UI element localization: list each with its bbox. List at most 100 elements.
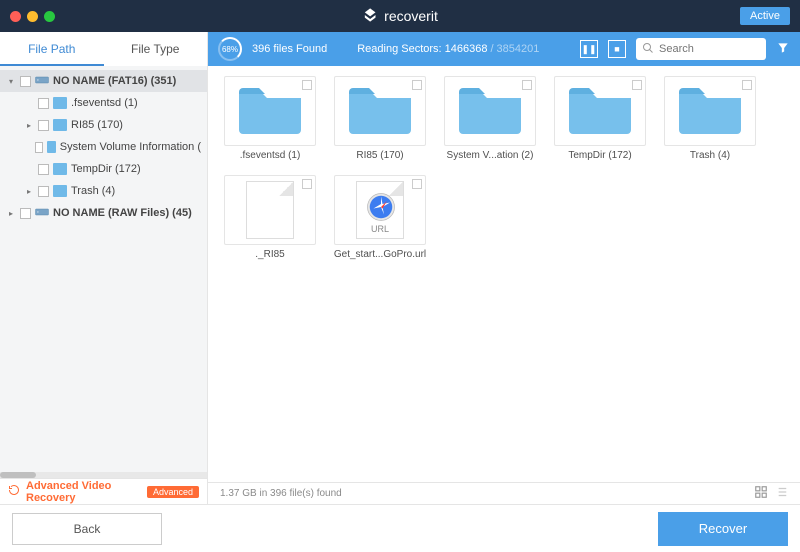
- folder-icon: [567, 84, 633, 139]
- checkbox[interactable]: [412, 80, 422, 90]
- back-button[interactable]: Back: [12, 513, 162, 545]
- main: File Path File Type ▾ NO NAME (FAT16) (3…: [0, 32, 800, 504]
- maximize-window-icon[interactable]: [44, 11, 55, 22]
- search-input[interactable]: [659, 43, 760, 55]
- tree-item[interactable]: ▸ RI85 (170): [0, 114, 207, 136]
- grid-item-folder[interactable]: .fseventsd (1): [222, 76, 318, 161]
- list-view-icon[interactable]: [774, 485, 788, 502]
- tree-item[interactable]: ▸ Trash (4): [0, 180, 207, 202]
- grid-item-label: ._RI85: [222, 249, 318, 260]
- chevron-right-icon[interactable]: ▸: [24, 187, 34, 196]
- folder-icon: [53, 185, 67, 197]
- checkbox[interactable]: [38, 98, 49, 109]
- chevron-right-icon[interactable]: ▸: [6, 209, 16, 218]
- checkbox[interactable]: [742, 80, 752, 90]
- folder-icon: [677, 84, 743, 139]
- tree-item-label: NO NAME (FAT16) (351): [53, 75, 176, 87]
- grid-item-folder[interactable]: System V...ation (2): [442, 76, 538, 161]
- sidebar-h-scrollbar[interactable]: [0, 472, 207, 478]
- scrollbar-thumb[interactable]: [0, 472, 36, 478]
- folder-icon: [347, 84, 413, 139]
- folder-icon: [53, 97, 67, 109]
- drive-icon: [35, 206, 49, 221]
- url-text-label: URL: [357, 224, 403, 234]
- grid-item-label: .fseventsd (1): [222, 150, 318, 161]
- titlebar: recoverit Active: [0, 0, 800, 32]
- checkbox[interactable]: [522, 80, 532, 90]
- grid-item-folder[interactable]: Trash (4): [662, 76, 758, 161]
- advanced-video-recovery[interactable]: Advanced Video Recovery Advanced: [0, 478, 207, 504]
- sectors-sep: /: [490, 43, 493, 55]
- grid-item-folder[interactable]: TempDir (172): [552, 76, 648, 161]
- footer: Back Recover: [0, 504, 800, 552]
- sectors-counter: Reading Sectors: 1466368 / 3854201: [357, 43, 539, 55]
- sidebar-tabs: File Path File Type: [0, 32, 207, 66]
- search-box[interactable]: [636, 38, 766, 60]
- checkbox[interactable]: [412, 179, 422, 189]
- chevron-right-icon[interactable]: ▸: [24, 121, 34, 130]
- checkbox[interactable]: [632, 80, 642, 90]
- grid-item-label: System V...ation (2): [442, 150, 538, 161]
- close-window-icon[interactable]: [10, 11, 21, 22]
- tree-item-label: RI85 (170): [71, 119, 123, 131]
- grid-view-icon[interactable]: [754, 485, 768, 502]
- sectors-current: 1466368: [445, 43, 488, 55]
- advanced-badge: Advanced: [147, 486, 199, 498]
- brand-title: recoverit: [384, 8, 438, 24]
- tab-file-type[interactable]: File Type: [104, 32, 208, 66]
- tree-item[interactable]: ▾ NO NAME (FAT16) (351): [0, 70, 207, 92]
- tree-item[interactable]: System Volume Information (: [0, 136, 207, 158]
- scan-toolbar: 68% 396 files Found Reading Sectors: 146…: [208, 32, 800, 66]
- sectors-total: 3854201: [497, 43, 540, 55]
- active-badge[interactable]: Active: [740, 7, 790, 25]
- progress-percent: 68%: [222, 45, 238, 54]
- advanced-label: Advanced Video Recovery: [26, 480, 141, 504]
- folder-icon: [53, 163, 67, 175]
- tree-item[interactable]: .fseventsd (1): [0, 92, 207, 114]
- checkbox[interactable]: [35, 142, 43, 153]
- pause-button[interactable]: ❚❚: [580, 40, 598, 58]
- checkbox[interactable]: [38, 120, 49, 131]
- grid-item-file[interactable]: ._RI85: [222, 175, 318, 260]
- files-found-label: 396 files Found: [252, 43, 327, 55]
- app-window: recoverit Active File Path File Type ▾ N…: [0, 0, 800, 552]
- tree-item-label: .fseventsd (1): [71, 97, 138, 109]
- stop-button[interactable]: ■: [608, 40, 626, 58]
- brand-logo-icon: [362, 7, 378, 26]
- chevron-down-icon[interactable]: ▾: [6, 77, 16, 86]
- refresh-icon: [8, 484, 20, 499]
- filter-icon[interactable]: [776, 41, 790, 58]
- progress-ring: 68%: [218, 37, 242, 61]
- grid-item-file[interactable]: URL Get_start...GoPro.url: [332, 175, 428, 260]
- tree-item[interactable]: ▸ NO NAME (RAW Files) (45): [0, 202, 207, 224]
- tab-file-path[interactable]: File Path: [0, 32, 104, 66]
- file-tree: ▾ NO NAME (FAT16) (351) .fseventsd (1) ▸…: [0, 66, 207, 472]
- tree-item-label: NO NAME (RAW Files) (45): [53, 207, 192, 219]
- content: 68% 396 files Found Reading Sectors: 146…: [208, 32, 800, 504]
- url-file-icon: URL: [356, 181, 404, 239]
- recover-button[interactable]: Recover: [658, 512, 788, 546]
- checkbox[interactable]: [38, 186, 49, 197]
- checkbox[interactable]: [20, 76, 31, 87]
- tree-item-label: System Volume Information (: [60, 141, 201, 153]
- grid-item-label: Trash (4): [662, 150, 758, 161]
- sectors-label: Reading Sectors:: [357, 43, 441, 55]
- status-text: 1.37 GB in 396 file(s) found: [220, 488, 342, 499]
- tree-item[interactable]: TempDir (172): [0, 158, 207, 180]
- grid-item-label: Get_start...GoPro.url: [332, 249, 428, 260]
- grid-item-label: RI85 (170): [332, 150, 428, 161]
- brand: recoverit: [362, 7, 438, 26]
- drive-icon: [35, 74, 49, 89]
- file-icon: [246, 181, 294, 239]
- checkbox[interactable]: [302, 80, 312, 90]
- grid-item-folder[interactable]: RI85 (170): [332, 76, 428, 161]
- checkbox[interactable]: [38, 164, 49, 175]
- folder-icon: [47, 141, 56, 153]
- sidebar: File Path File Type ▾ NO NAME (FAT16) (3…: [0, 32, 208, 504]
- stop-icon: ■: [614, 44, 619, 54]
- checkbox[interactable]: [302, 179, 312, 189]
- minimize-window-icon[interactable]: [27, 11, 38, 22]
- folder-icon: [53, 119, 67, 131]
- checkbox[interactable]: [20, 208, 31, 219]
- tree-item-label: TempDir (172): [71, 163, 141, 175]
